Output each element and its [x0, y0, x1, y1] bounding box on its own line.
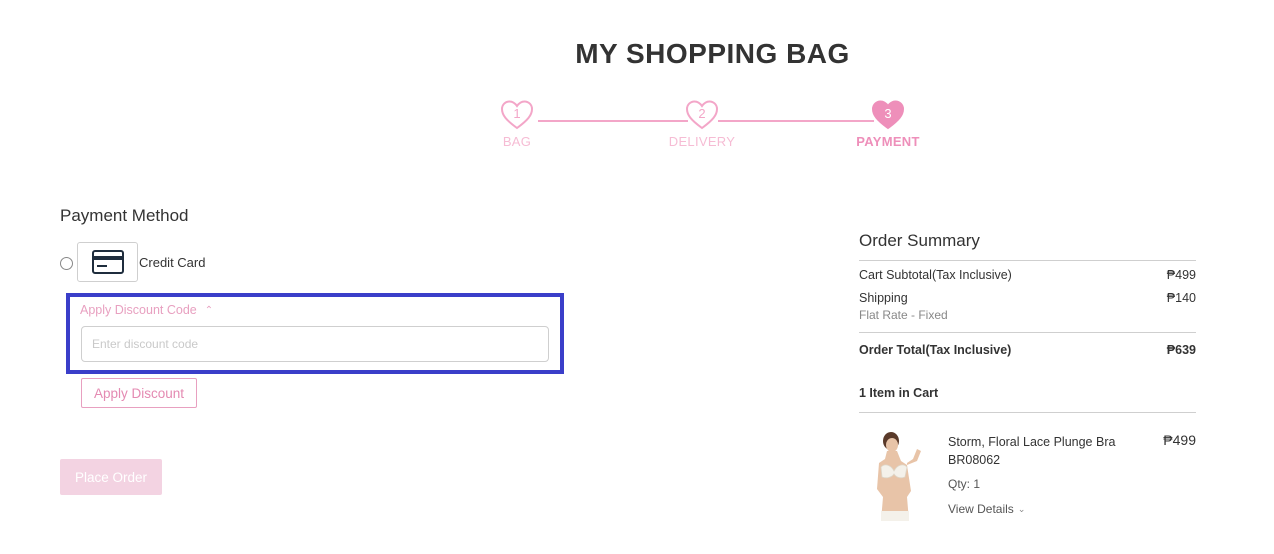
product-price: ₱499	[1163, 432, 1196, 448]
checkout-stepper: 1 BAG 2 DELIVERY 3 PAYMENT	[490, 100, 940, 170]
step-label: DELIVERY	[668, 134, 736, 149]
discount-code-input[interactable]	[81, 326, 549, 362]
order-total-value: ₱639	[1166, 343, 1196, 357]
credit-card-logo[interactable]	[77, 242, 138, 282]
step-label: PAYMENT	[856, 134, 920, 149]
heart-icon: 3	[871, 100, 905, 130]
cart-subtotal-label: Cart Subtotal(Tax Inclusive)	[859, 268, 1012, 282]
chevron-up-icon[interactable]: ⌃	[205, 305, 213, 316]
cart-subtotal-value: ₱499	[1166, 268, 1196, 282]
chevron-down-icon[interactable]: ⌄	[1018, 504, 1026, 515]
discount-code-section: Apply Discount Code ⌃	[66, 293, 564, 374]
apply-discount-button[interactable]: Apply Discount	[81, 378, 197, 408]
shipping-label: Shipping	[859, 291, 908, 305]
discount-toggle[interactable]: Apply Discount Code ⌃	[80, 303, 213, 317]
heart-icon: 1	[500, 100, 534, 130]
payment-method-title: Payment Method	[60, 206, 189, 225]
credit-card-icon	[91, 250, 124, 274]
cart-item: Storm, Floral Lace Plunge Bra BR08062 ₱4…	[859, 413, 1196, 523]
items-in-cart-count: 1 Item in Cart	[859, 386, 1196, 413]
step-bag[interactable]: 1 BAG	[477, 100, 557, 149]
step-payment[interactable]: 3 PAYMENT	[848, 100, 928, 149]
view-details-link[interactable]: View Details ⌄	[948, 502, 1025, 516]
view-details-label[interactable]: View Details	[948, 502, 1014, 516]
step-label: BAG	[502, 134, 532, 149]
credit-card-label[interactable]: Credit Card	[139, 255, 205, 270]
payment-option-credit-card[interactable]: Credit Card	[60, 242, 205, 282]
discount-toggle-label[interactable]: Apply Discount Code	[80, 303, 197, 317]
product-name[interactable]: Storm, Floral Lace Plunge Bra BR08062	[948, 433, 1138, 469]
shipping-value: ₱140	[1166, 291, 1196, 305]
shipping-row: Shipping Flat Rate - Fixed ₱140	[859, 291, 1196, 333]
place-order-button[interactable]: Place Order	[60, 459, 162, 495]
order-total-row: Order Total(Tax Inclusive) ₱639	[859, 333, 1196, 369]
page-title: MY SHOPPING BAG	[575, 38, 850, 69]
step-number: 1	[513, 106, 520, 121]
credit-card-radio[interactable]	[60, 256, 73, 270]
cart-subtotal-row: Cart Subtotal(Tax Inclusive) ₱499	[859, 261, 1196, 291]
order-total-label: Order Total(Tax Inclusive)	[859, 343, 1012, 357]
step-number: 3	[884, 106, 891, 121]
order-summary: Order Summary Cart Subtotal(Tax Inclusiv…	[859, 230, 1196, 523]
step-number: 2	[698, 106, 705, 121]
step-delivery[interactable]: 2 DELIVERY	[662, 100, 742, 149]
order-summary-title: Order Summary	[859, 230, 1196, 261]
product-image[interactable]	[867, 431, 927, 521]
shipping-method: Flat Rate - Fixed	[859, 308, 948, 322]
heart-icon: 2	[685, 100, 719, 130]
product-qty: Qty: 1	[948, 477, 981, 491]
